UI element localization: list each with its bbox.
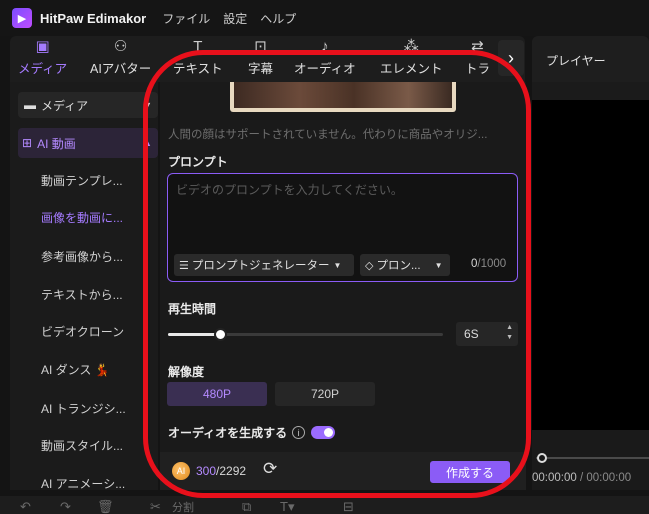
- undo-icon[interactable]: ↶: [20, 499, 31, 514]
- sidebar-item[interactable]: 動画スタイル...: [41, 437, 123, 454]
- resolution-720p-button[interactable]: 720P: [275, 382, 375, 406]
- title-bar: ▶ HitPaw Edimakor ファイル 設定 ヘルプ: [0, 0, 649, 36]
- element-icon: ⁂: [403, 38, 419, 55]
- refresh-icon[interactable]: ⟳: [263, 459, 277, 479]
- sidebar-ai-video[interactable]: ⊞ AI 動画 ▲: [18, 128, 158, 158]
- tabs-next-arrow-icon[interactable]: ›: [498, 40, 524, 76]
- sidebar-item[interactable]: 動画テンプレ...: [41, 172, 123, 189]
- text-tool-icon[interactable]: T▾: [280, 499, 294, 514]
- player-preview[interactable]: [532, 100, 649, 430]
- tool-tabs: ▣ メディア ⚇ AIアバター T テキスト ⊡ 字幕 ♪ オーディオ ⁂ エレ…: [10, 36, 525, 82]
- duration-slider[interactable]: [168, 328, 443, 341]
- duration-label: 再生時間: [168, 302, 217, 316]
- sidebar-item[interactable]: AI トランジシ...: [41, 400, 126, 417]
- chevron-down-icon: ▼: [143, 100, 152, 110]
- menu-file[interactable]: ファイル: [162, 10, 210, 27]
- face-notice-text: 人間の顔はサポートされていません。代わりに商品やオリジ...: [168, 129, 488, 141]
- tab-element[interactable]: ⁂ エレメント: [380, 36, 443, 82]
- split-label[interactable]: 分割: [172, 499, 194, 514]
- freeze-icon[interactable]: ⊟: [343, 499, 354, 514]
- resolution-480p-button[interactable]: 480P: [167, 382, 267, 406]
- player-scrubber[interactable]: [536, 457, 649, 459]
- tab-audio[interactable]: ♪ オーディオ: [294, 36, 356, 82]
- player-title: プレイヤー: [546, 54, 606, 68]
- tab-label: エレメント: [380, 62, 443, 76]
- split-icon[interactable]: ✂: [150, 499, 161, 514]
- audio-icon: ♪: [321, 38, 329, 55]
- sidebar-item-image-to-video[interactable]: 画像を動画に...: [41, 209, 123, 226]
- prompt-preset-dropdown[interactable]: ◇ プロン... ▼: [360, 254, 450, 276]
- timeline-toolbar: ↶ ↷ 🗑 ✂ 分割 ⧉ T▾ ⊟: [0, 496, 649, 514]
- player-timecode: 00:00:00 / 00:00:00: [532, 472, 632, 484]
- media-dropdown[interactable]: ▬ メディア ▼: [18, 92, 158, 118]
- tab-label: トラ: [465, 62, 491, 76]
- thumbnail-image: [234, 82, 452, 108]
- media-dropdown-label: メディア: [41, 98, 89, 113]
- transition-icon: ⇄: [471, 38, 484, 55]
- char-counter: 0/1000: [471, 258, 507, 270]
- info-icon[interactable]: i: [292, 426, 306, 439]
- player-header: プレイヤー: [532, 36, 649, 82]
- create-button[interactable]: 作成する: [430, 461, 510, 483]
- prompt-generator-label: プロンプトジェネレーター: [191, 260, 330, 272]
- folder-icon: ▬: [24, 98, 36, 112]
- tab-transition[interactable]: ⇄ トラ: [465, 36, 490, 82]
- tab-ai-avatar[interactable]: ⚇ AIアバター: [90, 36, 151, 82]
- ai-video-icon: ⊞: [22, 136, 33, 150]
- tab-label: 字幕: [248, 62, 274, 76]
- prompt-placeholder: ビデオのプロンプトを入力してください。: [176, 183, 403, 197]
- redo-icon[interactable]: ↷: [60, 499, 71, 514]
- tab-label: メディア: [18, 62, 68, 76]
- crop-icon[interactable]: ⧉: [242, 499, 251, 514]
- player-scrubber-handle[interactable]: [537, 453, 547, 463]
- duration-slider-fill: [168, 333, 220, 336]
- ai-video-label: AI 動画: [37, 136, 76, 151]
- text-icon: T: [193, 38, 203, 55]
- duration-value: 6S: [464, 327, 479, 341]
- player-divider: [532, 82, 649, 100]
- chevron-down-icon: ▼: [434, 260, 443, 270]
- tag-icon: ◇: [365, 259, 374, 272]
- app-logo-icon: ▶: [12, 8, 32, 28]
- tab-label: オーディオ: [294, 62, 356, 76]
- stepper-arrows-icon[interactable]: ▲ ▼: [506, 323, 513, 343]
- avatar-icon: ⚇: [113, 38, 128, 55]
- credits-display: 300/2292: [196, 464, 247, 478]
- media-icon: ▣: [35, 38, 50, 55]
- sidebar-item[interactable]: ビデオクローン: [41, 323, 124, 340]
- prompt-label: プロンプト: [168, 155, 228, 169]
- delete-icon[interactable]: 🗑: [97, 499, 114, 514]
- toggle-knob: [324, 428, 334, 437]
- sidebar: ▬ メディア ▼ ⊞ AI 動画 ▲ 動画テンプレ... 画像を動画に... 参…: [10, 82, 158, 492]
- tab-label: AIアバター: [90, 62, 152, 76]
- panel-footer: AI 300/2292 ⟳ 作成する: [160, 452, 526, 490]
- sidebar-item[interactable]: AI アニメーシ...: [41, 475, 125, 492]
- chevron-up-icon: ▲: [143, 138, 152, 148]
- menu-settings[interactable]: 設定: [223, 10, 247, 27]
- tab-media[interactable]: ▣ メディア: [18, 36, 67, 82]
- duration-slider-handle[interactable]: [214, 328, 227, 341]
- list-icon: ☰: [179, 259, 189, 272]
- tab-label: テキスト: [173, 62, 223, 76]
- uploaded-image-thumbnail[interactable]: [230, 82, 456, 112]
- audio-label: オーディオを生成する: [168, 426, 288, 440]
- chevron-down-icon: ▼: [333, 260, 342, 270]
- prompt-preset-label: プロン...: [376, 260, 421, 272]
- audio-row: オーディオを生成する i: [168, 424, 336, 441]
- sidebar-item[interactable]: 参考画像から...: [41, 248, 123, 265]
- tab-text[interactable]: T テキスト: [173, 36, 223, 82]
- menu-help[interactable]: ヘルプ: [260, 10, 296, 27]
- sidebar-item[interactable]: テキストから...: [41, 286, 123, 303]
- prompt-generator-dropdown[interactable]: ☰ プロンプトジェネレーター ▼: [174, 254, 354, 276]
- sidebar-item[interactable]: AI ダンス 💃: [41, 361, 110, 378]
- tab-subtitle[interactable]: ⊡ 字幕: [248, 36, 273, 82]
- duration-stepper[interactable]: 6S ▲ ▼: [456, 322, 518, 346]
- image-to-video-panel: 人間の顔はサポートされていません。代わりに商品やオリジ... プロンプト ビデオ…: [160, 82, 526, 490]
- subtitle-icon: ⊡: [254, 38, 267, 55]
- credit-coin-icon: AI: [172, 462, 190, 480]
- app-name: HitPaw Edimakor: [40, 10, 147, 26]
- audio-toggle[interactable]: [311, 426, 336, 439]
- resolution-label: 解像度: [168, 365, 205, 379]
